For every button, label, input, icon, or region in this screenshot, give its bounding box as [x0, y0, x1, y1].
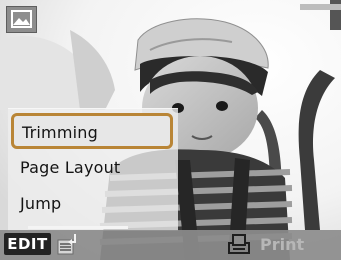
menu-item-page-layout[interactable]: Page Layout: [20, 160, 120, 176]
print-icon: [228, 234, 250, 254]
print-label: Print: [260, 235, 305, 254]
list-return-icon[interactable]: [56, 232, 88, 258]
menu-item-trimming[interactable]: Trimming: [11, 113, 173, 149]
menu-item-jump[interactable]: Jump: [20, 196, 61, 212]
print-button[interactable]: Print: [224, 233, 304, 257]
edit-menu: Trimming Page Layout Jump: [8, 108, 178, 231]
menu-item-label: Trimming: [22, 123, 98, 142]
printer-screen: Trimming Page Layout Jump EDIT Print: [0, 0, 341, 260]
photo-mode-icon: [6, 6, 37, 33]
edit-button[interactable]: EDIT: [4, 233, 51, 255]
bottom-bar: EDIT Print: [0, 230, 341, 260]
menu-scroll-indicator: [28, 226, 128, 229]
